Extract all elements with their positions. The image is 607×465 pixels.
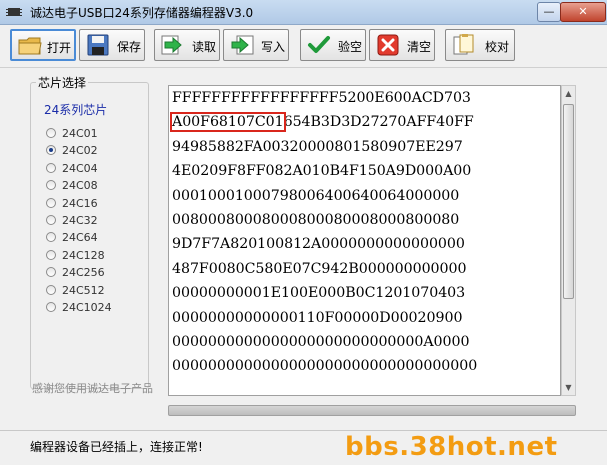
chip-option-24c08[interactable]: 24C08 [46,178,146,194]
radio-icon[interactable] [46,267,56,278]
chip-option-24c512[interactable]: 24C512 [46,283,146,299]
chip-option-label: 24C08 [62,179,98,193]
chip-option-label: 24C32 [62,214,98,227]
hex-data-view[interactable]: FFFFFFFFFFFFFFFFF5200E600ACD703 A00F68107… [168,85,561,396]
read-button[interactable]: 读取 [154,29,220,61]
highlighted-bytes: A00F68107C01 [170,112,286,133]
hex-line-rest: 654B3D3D27270AFF40FF [283,114,474,131]
folder-icon [18,37,42,55]
open-button[interactable]: 打开 [10,29,76,61]
documents-icon [453,34,474,55]
window-title: 诚达电子USB口24系列存储器编程器V3.0 [30,6,254,20]
save-button[interactable]: 保存 [79,29,145,61]
thanks-text: 感谢您使用诚达电子产品 [32,382,153,395]
radio-icon[interactable] [46,128,56,138]
chip-option-24c16[interactable]: 24C16 [46,196,146,212]
chip-option-label: 24C16 [62,196,98,210]
vertical-scrollbar[interactable]: ▲ ▼ [561,85,576,396]
radio-icon[interactable] [46,162,56,173]
title-bar: 诚达电子USB口24系列存储器编程器V3.0 — ✕ [0,0,607,25]
watermark: bbs.38hot.net [345,432,558,462]
hex-line: A00F68107C01654B3D3D27270AFF40FF [170,112,474,133]
chip-option-24c64[interactable]: 24C64 [46,230,146,246]
hex-line: 9D7F7A820100812A0000000000000000 [172,236,465,253]
hex-line: 0000000000000000000000000000A0000 [172,334,470,350]
arrow-in-icon [161,35,182,55]
radio-icon[interactable] [46,302,56,312]
chip-option-24c256[interactable]: 24C256 [46,265,146,281]
hex-line: 00000000001E100E000B0C1201070403 [172,285,466,302]
hex-line: 0000000000000000000000000000000000 [172,358,478,375]
chip-option-label: 24C512 [62,283,105,297]
hex-line: 00010001000798006400640064000000 [172,187,460,204]
status-bar: 编程器设备已经插上，连接正常! bbs.38hot.net [0,430,607,465]
scroll-up-icon[interactable]: ▲ [562,86,575,101]
chip-option-label: 24C64 [62,231,98,245]
radio-icon[interactable] [46,197,56,208]
chip-option-label: 24C04 [62,161,98,175]
radio-icon[interactable] [46,284,56,295]
chip-option-24c1024[interactable]: 24C1024 [46,300,146,316]
compare-button[interactable]: 校对 [445,29,515,61]
arrow-out-icon [231,35,254,55]
hex-line: 00000000000000110F00000D00020900 [172,309,463,326]
verify-empty-button[interactable]: 验空 [300,29,366,61]
chip-option-24c04[interactable]: 24C04 [46,161,146,177]
chip-option-label: 24C01 [62,127,98,140]
status-text: 编程器设备已经插上，连接正常! [30,440,203,454]
scroll-thumb[interactable] [563,104,574,299]
minimize-button[interactable]: — [537,2,561,22]
clear-button[interactable]: 清空 [369,29,435,61]
radio-icon[interactable] [46,215,56,225]
cross-icon [377,34,399,56]
series-label: 24系列芯片 [44,103,108,117]
chip-select-legend: 芯片选择 [36,74,89,91]
hex-line: 487F0080C580E07C942B000000000000 [172,260,467,277]
chip-option-label: 24C256 [62,266,105,280]
chip-option-label: 24C02 [62,144,98,158]
chip-option-label: 24C128 [62,248,105,262]
chip-option-24c32[interactable]: 24C32 [46,213,146,229]
horizontal-scrollbar[interactable] [168,405,576,416]
hex-line: 4E0209F8FF082A010B4F150A9D000A00 [172,163,472,180]
scroll-down-icon[interactable]: ▼ [562,380,575,395]
write-button[interactable]: 写入 [223,29,289,61]
close-button[interactable]: ✕ [560,2,606,22]
hex-line: 94985882FA00320000801580907EE297 [172,138,463,155]
chip-option-label: 24C1024 [62,301,112,314]
chip-option-24c01[interactable]: 24C01 [46,126,146,142]
hex-line: 00800080008000800080008000800080 [172,212,460,228]
chip-select-panel: 芯片选择 24系列芯片 24C01 24C02 24C04 24C08 24C16 24C… [0,68,163,424]
checkmark-icon [308,36,330,53]
hex-line: FFFFFFFFFFFFFFFFF5200E600ACD703 [172,90,471,106]
floppy-icon [87,34,109,56]
radio-icon[interactable] [46,249,56,260]
chip-option-24c128[interactable]: 24C128 [46,248,146,264]
toolbar: 打开 保存 读取 写入 验空 清空 校对 [0,25,607,68]
chip-option-24c02[interactable]: 24C02 [46,143,146,159]
radio-icon[interactable] [46,145,56,156]
radio-icon[interactable] [46,180,56,191]
chip-icon [6,8,22,16]
radio-icon[interactable] [46,232,56,243]
